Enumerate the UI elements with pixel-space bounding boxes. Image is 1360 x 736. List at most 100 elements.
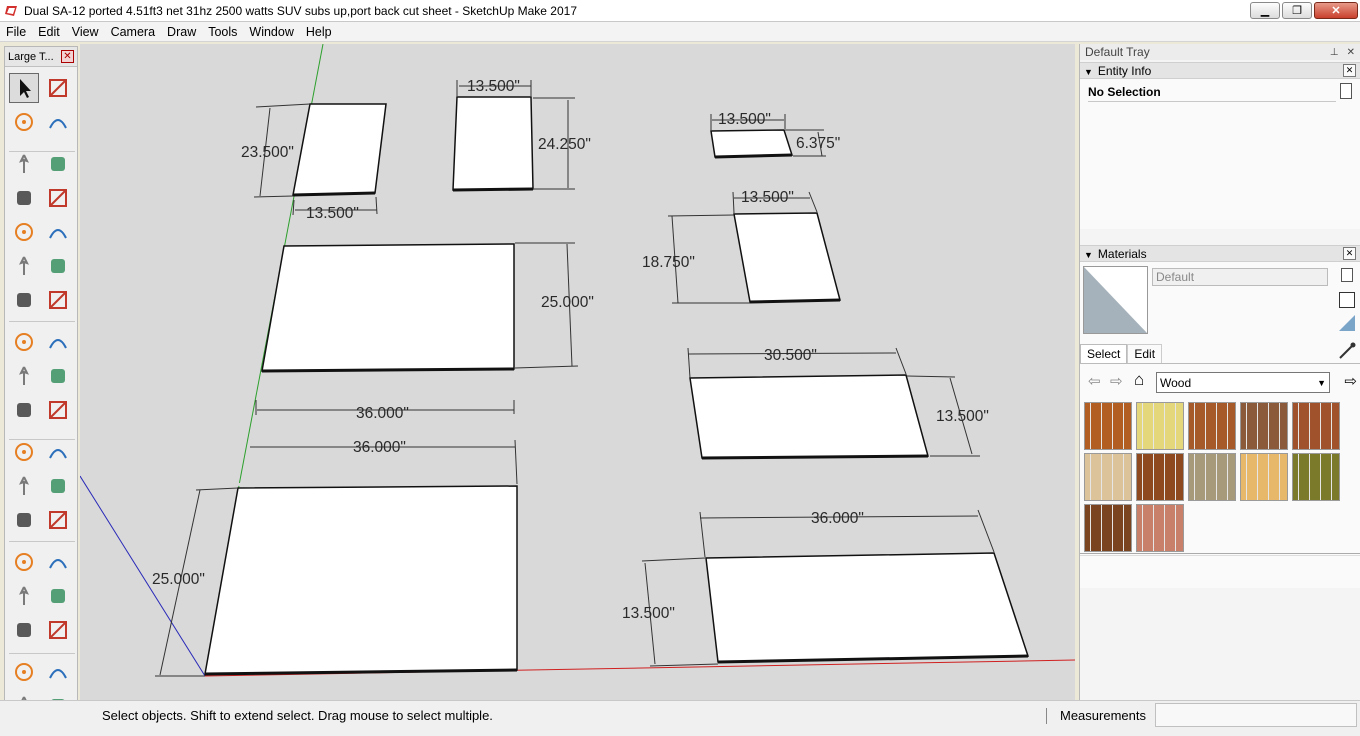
- rotate-tool-icon[interactable]: [9, 361, 39, 391]
- material-swatch[interactable]: [1188, 453, 1236, 501]
- material-swatch[interactable]: [1136, 504, 1184, 552]
- select-tool-icon[interactable]: [9, 73, 39, 103]
- close-button[interactable]: ✕: [1314, 2, 1358, 19]
- 3d-text-tool-icon[interactable]: [43, 505, 73, 535]
- polygon-tool-icon[interactable]: [43, 217, 73, 247]
- material-swatch[interactable]: [1136, 402, 1184, 450]
- dim-label: 36.000": [353, 439, 406, 456]
- board-8[interactable]: [705, 552, 1030, 664]
- material-swatch[interactable]: [1084, 453, 1132, 501]
- sample-paint-icon[interactable]: [1338, 314, 1356, 332]
- tape-measure-tool-icon[interactable]: [9, 437, 39, 467]
- rectangle-tool-icon[interactable]: [9, 183, 39, 213]
- three-point-arc-tool-icon[interactable]: [43, 285, 73, 315]
- orbit-tool-icon[interactable]: [9, 547, 39, 577]
- details-icon[interactable]: [1341, 268, 1353, 282]
- material-swatch[interactable]: [1136, 453, 1184, 501]
- dim-label: 18.750": [642, 254, 695, 271]
- board-5[interactable]: [261, 243, 515, 373]
- material-swatch[interactable]: [1292, 453, 1340, 501]
- text-tool-icon[interactable]: [43, 471, 73, 501]
- look-around-tool-icon[interactable]: [43, 657, 73, 687]
- tab-edit[interactable]: Edit: [1127, 344, 1163, 363]
- material-swatch[interactable]: [1084, 504, 1132, 552]
- move-tool-icon[interactable]: [9, 327, 39, 357]
- pie-tool-icon[interactable]: [43, 251, 73, 281]
- freehand-tool-icon[interactable]: [43, 149, 73, 179]
- dim-label: 13.500": [718, 111, 771, 128]
- material-swatch[interactable]: [1240, 453, 1288, 501]
- measurements-field[interactable]: [1155, 703, 1357, 727]
- details-arrow-icon[interactable]: ⇨: [1344, 372, 1357, 390]
- dim-label: 13.500": [741, 189, 794, 206]
- home-icon[interactable]: ⌂: [1134, 370, 1144, 390]
- board-6[interactable]: [689, 374, 929, 460]
- pan-tool-icon[interactable]: [43, 547, 73, 577]
- circle-tool-icon[interactable]: [9, 217, 39, 247]
- dim-label: 25.000": [541, 294, 594, 311]
- zoom-window-tool-icon[interactable]: [43, 581, 73, 611]
- entity-info-header[interactable]: Entity Info ✕: [1080, 62, 1360, 79]
- materials-close-button[interactable]: ✕: [1343, 247, 1356, 260]
- component-tool-icon[interactable]: [43, 73, 73, 103]
- create-material-icon[interactable]: [1339, 292, 1355, 308]
- dimension-tool-icon[interactable]: [43, 437, 73, 467]
- axes-tool-icon[interactable]: [9, 505, 39, 535]
- model-canvas[interactable]: 23.500" 13.500" 13.500" 24.250" 13.500" …: [80, 44, 1075, 700]
- menu-window[interactable]: Window: [243, 25, 299, 39]
- menu-edit[interactable]: Edit: [32, 25, 66, 39]
- two-point-arc-tool-icon[interactable]: [9, 285, 39, 315]
- back-arrow-icon[interactable]: ⇦: [1088, 372, 1101, 390]
- protractor-tool-icon[interactable]: [9, 471, 39, 501]
- dim-label: 23.500": [241, 144, 294, 161]
- library-select[interactable]: Wood ▼: [1156, 372, 1330, 393]
- zoom-extents-tool-icon[interactable]: [9, 615, 39, 645]
- toolbar-header[interactable]: Large T... ✕: [5, 47, 77, 67]
- push-pull-tool-icon[interactable]: [43, 327, 73, 357]
- maximize-button[interactable]: ❐: [1282, 2, 1312, 19]
- material-swatch[interactable]: [1188, 402, 1236, 450]
- rotated-rectangle-tool-icon[interactable]: [43, 183, 73, 213]
- line-tool-icon[interactable]: [9, 149, 39, 179]
- drawing-viewport[interactable]: 23.500" 13.500" 13.500" 24.250" 13.500" …: [80, 44, 1075, 700]
- previous-view-tool-icon[interactable]: [43, 615, 73, 645]
- tab-select[interactable]: Select: [1080, 344, 1128, 363]
- material-swatch[interactable]: [1084, 402, 1132, 450]
- chevron-down-icon: ▼: [1317, 377, 1326, 388]
- splitter[interactable]: [1080, 553, 1360, 556]
- eyedropper-icon[interactable]: [1338, 342, 1356, 360]
- menu-view[interactable]: View: [66, 25, 105, 39]
- materials-header[interactable]: Materials ✕: [1080, 245, 1360, 262]
- follow-me-tool-icon[interactable]: [43, 361, 73, 391]
- tray-title: Default Tray: [1085, 45, 1150, 59]
- board-4[interactable]: [733, 212, 841, 304]
- board-3[interactable]: [710, 129, 794, 159]
- material-name-field[interactable]: Default: [1152, 268, 1328, 286]
- board-2[interactable]: [452, 96, 534, 192]
- tray-title-bar: Default Tray ⊥ ✕: [1080, 44, 1360, 60]
- menu-tools[interactable]: Tools: [202, 25, 243, 39]
- menu-camera[interactable]: Camera: [105, 25, 161, 39]
- minimize-button[interactable]: ▁: [1250, 2, 1280, 19]
- entity-info-close-button[interactable]: ✕: [1343, 64, 1356, 77]
- menu-file[interactable]: File: [0, 25, 32, 39]
- pin-icon[interactable]: ⊥: [1330, 47, 1339, 58]
- toolbar-close-button[interactable]: ✕: [61, 50, 74, 63]
- toggle-details-icon[interactable]: [1340, 83, 1352, 99]
- menu-bar: File Edit View Camera Draw Tools Window …: [0, 22, 1360, 42]
- scale-tool-icon[interactable]: [9, 395, 39, 425]
- menu-draw[interactable]: Draw: [161, 25, 202, 39]
- paint-bucket-tool-icon[interactable]: [9, 107, 39, 137]
- forward-arrow-icon[interactable]: ⇨: [1110, 372, 1123, 390]
- eraser-tool-icon[interactable]: [43, 107, 73, 137]
- menu-help[interactable]: Help: [300, 25, 338, 39]
- arc-tool-icon[interactable]: [9, 251, 39, 281]
- board-7[interactable]: [204, 485, 518, 676]
- material-swatch[interactable]: [1292, 402, 1340, 450]
- offset-tool-icon[interactable]: [43, 395, 73, 425]
- board-1[interactable]: [292, 103, 387, 197]
- zoom-tool-icon[interactable]: [9, 581, 39, 611]
- position-camera-tool-icon[interactable]: [9, 657, 39, 687]
- tray-close-button[interactable]: ✕: [1347, 47, 1355, 58]
- material-swatch[interactable]: [1240, 402, 1288, 450]
